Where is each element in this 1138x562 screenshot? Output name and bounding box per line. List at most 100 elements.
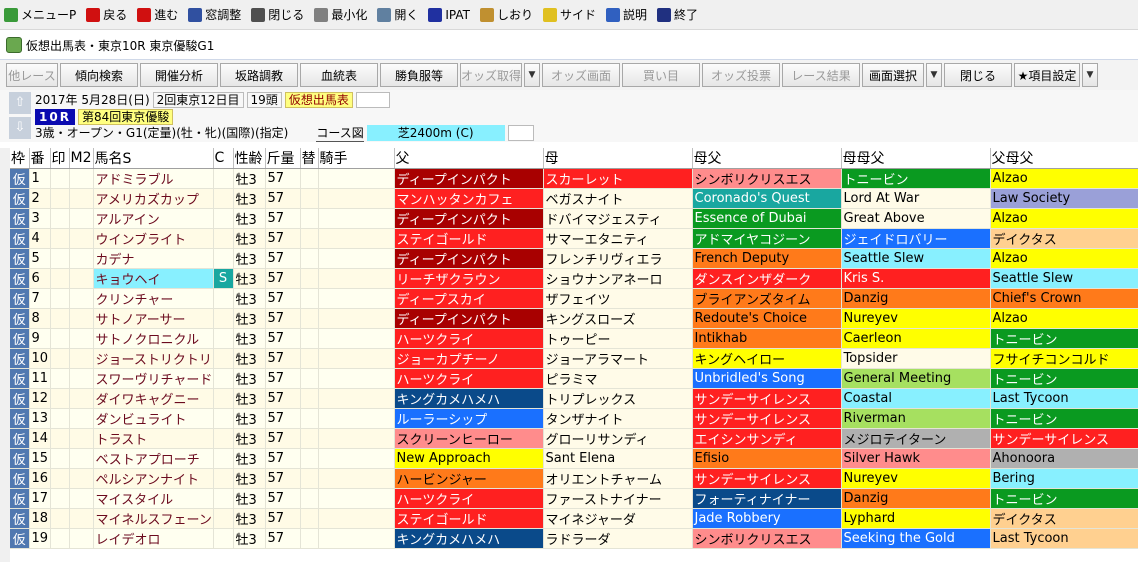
func-button-16[interactable]: ▼ <box>1082 63 1098 87</box>
func-button-5[interactable]: 勝負服等 <box>380 63 458 87</box>
table-row[interactable]: 仮 6 キョウヘイ S 牡3 57 リーチザクラウン ショウナンアネーロ ダンスインザダーク Kr… <box>10 268 1138 289</box>
table-row[interactable]: 仮 7 クリンチャー 牡3 57 ディープスカイ ザフェイツ ブライアンズタイム Danzig C… <box>10 288 1138 309</box>
table-row[interactable]: 仮 8 サトノアーサー 牡3 57 ディープインパクト キングスローズ Redoute's C… <box>10 308 1138 329</box>
bookmark-button[interactable]: しおり <box>476 2 539 28</box>
func-button-2[interactable]: 開催分析 <box>140 63 218 87</box>
waku-cell: 仮 <box>10 288 30 309</box>
func-button-1[interactable]: 傾向検索 <box>60 63 138 87</box>
table-row[interactable]: 仮 19 レイデオロ 牡3 57 キングカメハメハ ラドラーダ シンボリクリスエス Seekin… <box>10 528 1138 549</box>
mark-cell <box>50 208 70 229</box>
jockey-cell <box>318 428 395 449</box>
table-row[interactable]: 仮 13 ダンビュライト 牡3 57 ルーラーシップ タンザナイト サンデーサイレンス Rive… <box>10 408 1138 429</box>
horse-number-cell: 6 <box>29 268 51 289</box>
column-header[interactable]: 番 <box>29 148 51 169</box>
jockey-cell <box>318 348 395 369</box>
table-row[interactable]: 仮 11 スワーヴリチャード 牡3 57 ハーツクライ ピラミマ Unbridled's So… <box>10 368 1138 389</box>
column-header[interactable]: 騎手 <box>318 148 395 169</box>
race-conditions: 3歳・オープン・G1(定量)(牡・牝)(国際)(指定) <box>35 126 289 140</box>
table-row[interactable]: 仮 18 マイネルスフェーン 牡3 57 ステイゴールド マイネジャーダ Jade Robbe… <box>10 508 1138 529</box>
forward-button[interactable]: 進む <box>133 2 184 28</box>
minimize-button[interactable]: 最小化 <box>310 2 373 28</box>
column-header[interactable]: 母父 <box>692 148 842 169</box>
table-row[interactable]: 仮 5 カデナ 牡3 57 ディープインパクト フレンチリヴィエラ French Deputy… <box>10 248 1138 269</box>
func-button-9[interactable]: 買い目 <box>622 63 700 87</box>
jockey-change-cell <box>300 288 319 309</box>
func-button-10[interactable]: オッズ投票 <box>702 63 780 87</box>
horse-number-cell: 17 <box>29 488 51 509</box>
broodmare-sire-cell: Unbridled's Song <box>692 368 842 389</box>
table-row[interactable]: 仮 17 マイスタイル 牡3 57 ハーツクライ ファーストナイナー フォーティナイナー Dan… <box>10 488 1138 509</box>
dam-cell: キングスローズ <box>543 308 693 329</box>
column-header[interactable]: 印 <box>50 148 70 169</box>
dam-dam-sire-cell: Topsider <box>841 348 991 369</box>
table-row[interactable]: 仮 3 アルアイン 牡3 57 ディープインパクト ドバイマジェスティ Essence of … <box>10 208 1138 229</box>
jockey-change-cell <box>300 408 319 429</box>
column-header[interactable]: 母母父 <box>841 148 991 169</box>
column-header[interactable]: 馬名S <box>93 148 214 169</box>
column-header[interactable]: M2 <box>69 148 94 169</box>
column-header[interactable]: 父 <box>394 148 544 169</box>
table-row[interactable]: 仮 15 ベストアプローチ 牡3 57 New Approach Sant Elena Efi… <box>10 448 1138 469</box>
column-header[interactable]: 斤量 <box>265 148 301 169</box>
table-row[interactable]: 仮 2 アメリカズカップ 牡3 57 マンハッタンカフェ ベガスナイト Coronado's … <box>10 188 1138 209</box>
side-button[interactable]: サイド <box>539 2 602 28</box>
mark-cell <box>50 408 70 429</box>
column-header[interactable]: 性齢 <box>233 148 266 169</box>
sex-age-cell: 牡3 <box>233 208 266 229</box>
horse-number-cell: 8 <box>29 308 51 329</box>
table-row[interactable]: 仮 14 トラスト 牡3 57 スクリーンヒーロー グローリサンディ エイシンサンディ メジロテ… <box>10 428 1138 449</box>
open-button[interactable]: 開く <box>373 2 424 28</box>
column-header[interactable]: 替 <box>300 148 319 169</box>
func-button-6[interactable]: オッズ取得 <box>460 63 522 87</box>
horse-icon <box>6 37 22 53</box>
side-icon <box>542 7 557 22</box>
next-race-icon[interactable]: ⇩ <box>9 117 31 139</box>
left-margin <box>0 148 10 562</box>
waku-cell: 仮 <box>10 528 30 549</box>
weight-cell: 57 <box>265 408 301 429</box>
table-row[interactable]: 仮 9 サトノクロニクル 牡3 57 ハーツクライ トゥーピー Intikhab Caerleo… <box>10 328 1138 349</box>
table-row[interactable]: 仮 4 ウインブライト 牡3 57 ステイゴールド サマーエタニティ アドマイヤコジーン ジェイ… <box>10 228 1138 249</box>
func-button-7[interactable]: ▼ <box>524 63 540 87</box>
func-button-14[interactable]: 閉じる <box>944 63 1012 87</box>
menu-p-button[interactable]: メニューP <box>0 2 82 28</box>
course-map-link[interactable]: コース図 <box>316 124 364 142</box>
waku-cell: 仮 <box>10 488 30 509</box>
func-button-4[interactable]: 血統表 <box>300 63 378 87</box>
weight-cell: 57 <box>265 488 301 509</box>
column-header[interactable]: 枠 <box>10 148 30 169</box>
sire-cell: ハーツクライ <box>394 368 544 389</box>
func-button-12[interactable]: 画面選択 <box>862 63 924 87</box>
window-adjust-button[interactable]: 窓調整 <box>184 2 247 28</box>
jockey-change-cell <box>300 328 319 349</box>
ipat-button[interactable]: IPAT <box>424 2 476 28</box>
func-button-15[interactable]: ★項目設定 <box>1014 63 1080 87</box>
table-row[interactable]: 仮 16 ペルシアンナイト 牡3 57 ハービンジャー オリエントチャーム サンデーサイレンス… <box>10 468 1138 489</box>
func-button-0[interactable]: 他レース <box>6 63 58 87</box>
jockey-change-cell <box>300 488 319 509</box>
horse-name-cell: レイデオロ <box>93 528 214 549</box>
column-header[interactable]: C <box>213 148 234 169</box>
waku-cell: 仮 <box>10 308 30 329</box>
table-row[interactable]: 仮 12 ダイワキャグニー 牡3 57 キングカメハメハ トリプレックス サンデーサイレンス C… <box>10 388 1138 409</box>
broodmare-sire-cell: サンデーサイレンス <box>692 468 842 489</box>
func-button-3[interactable]: 坂路調教 <box>220 63 298 87</box>
weight-cell: 57 <box>265 188 301 209</box>
m2-cell <box>69 188 94 209</box>
back-button[interactable]: 戻る <box>82 2 133 28</box>
column-header[interactable]: 父母父 <box>990 148 1138 169</box>
close-button[interactable]: 閉じる <box>247 2 310 28</box>
weight-cell: 57 <box>265 348 301 369</box>
func-button-11[interactable]: レース結果 <box>782 63 860 87</box>
prev-race-icon[interactable]: ⇧ <box>9 92 31 114</box>
table-row[interactable]: 仮 1 アドミラブル 牡3 57 ディープインパクト スカーレット シンボリクリスエス トニービ… <box>10 168 1138 189</box>
broodmare-sire-cell: サンデーサイレンス <box>692 408 842 429</box>
func-button-8[interactable]: オッズ画面 <box>542 63 620 87</box>
exit-button[interactable]: 終了 <box>653 2 704 28</box>
sire-cell: ハーツクライ <box>394 328 544 349</box>
table-row[interactable]: 仮 10 ジョーストリクトリ 牡3 57 ジョーカプチーノ ジョーアラマート キングヘイロー T… <box>10 348 1138 369</box>
help-button[interactable]: 説明 <box>602 2 653 28</box>
func-button-13[interactable]: ▼ <box>926 63 942 87</box>
sire-cell: ディープインパクト <box>394 168 544 189</box>
column-header[interactable]: 母 <box>543 148 693 169</box>
